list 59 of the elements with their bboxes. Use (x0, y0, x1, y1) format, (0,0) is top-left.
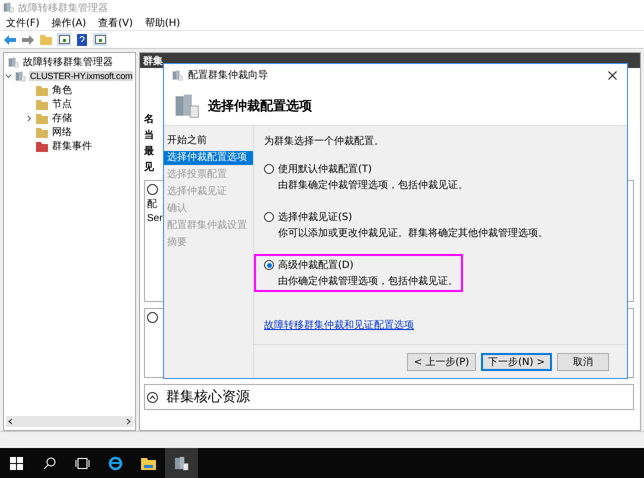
radio-button[interactable] (264, 212, 274, 222)
menu-item[interactable]: 查看(V) (98, 16, 133, 30)
menu-item[interactable]: 文件(F) (6, 16, 40, 30)
forward-icon[interactable] (21, 33, 35, 46)
dialog-title: 配置群集仲裁向导 (188, 68, 269, 82)
panel-title: 群集 (143, 54, 163, 68)
tree-item[interactable]: 网络 (51, 125, 73, 139)
back-icon[interactable] (3, 33, 17, 46)
scroll-left-icon[interactable] (8, 418, 13, 425)
radio-button[interactable] (264, 164, 274, 174)
option-description: 由你确定仲裁管理选项，包括仲裁见证。 (277, 274, 458, 288)
section-text: Ser (147, 213, 163, 224)
option-description: 由群集确定仲裁管理选项，包括仲裁见证。 (277, 178, 468, 192)
cluster-manager-icon (8, 56, 19, 68)
chevron-icon[interactable] (5, 72, 12, 80)
chevron-icon[interactable] (26, 114, 33, 122)
pane-icon[interactable] (57, 33, 71, 46)
summary-label: 当 (144, 128, 154, 142)
tree-item[interactable]: 节点 (51, 97, 73, 111)
wizard-button[interactable]: < 上一步(P) (406, 352, 476, 370)
pane-icon[interactable] (93, 33, 107, 46)
cluster-manager-taskbar-icon[interactable] (165, 448, 198, 478)
wizard-header-icon (174, 92, 200, 118)
tree-item[interactable]: 角色 (51, 83, 73, 97)
wizard-button[interactable]: 取消 (557, 352, 609, 370)
horizontal-scrollbar[interactable] (6, 416, 133, 427)
wizard-heading: 选择仲裁配置选项 (208, 98, 312, 114)
section-text: 配 (147, 198, 157, 211)
summary-label: 最 (144, 144, 154, 158)
wizard-icon (172, 70, 183, 80)
server-icon (174, 456, 189, 470)
section-title: 群集核心资源 (166, 388, 250, 406)
tree-item[interactable]: 故障转移群集管理器 (22, 55, 114, 69)
close-icon[interactable] (608, 71, 617, 80)
tree-item[interactable]: 存储 (51, 111, 73, 125)
help-link[interactable]: 故障转移群集仲裁和见证配置选项 (264, 318, 617, 332)
summary-label: 名 (144, 112, 154, 126)
app-icon (3, 2, 14, 13)
collapse-icon[interactable] (147, 312, 158, 323)
collapse-icon[interactable] (147, 392, 158, 402)
scroll-right-icon[interactable] (126, 418, 131, 425)
wizard-button[interactable]: 下一步(N) > (481, 352, 552, 370)
radio-button[interactable] (264, 260, 274, 270)
menu-item[interactable]: 操作(A) (52, 16, 86, 30)
cluster-icon (15, 70, 26, 82)
collapse-icon[interactable] (147, 184, 158, 195)
option-description: 你可以添加或更改仲裁见证。群集将确定其他仲裁管理选项。 (277, 226, 548, 240)
prompt-text: 为群集选择一个仲裁配置。 (264, 134, 385, 148)
menu-item[interactable]: 帮助(H) (144, 16, 180, 30)
tree-item[interactable]: 群集事件 (51, 139, 93, 153)
wizard-step[interactable]: 选择仲裁配置选项 (164, 151, 253, 165)
window-title: 故障转移群集管理器 (18, 2, 108, 14)
radio-option[interactable]: 使用默认仲裁配置(T) (264, 162, 468, 176)
radio-option[interactable]: 高级仲裁配置(D) (264, 258, 458, 272)
help-icon[interactable] (75, 33, 89, 46)
tree-item[interactable]: CLUSTER-HY.ixmsoft.com (29, 71, 134, 81)
wizard-step[interactable]: 开始之前 (164, 134, 253, 148)
radio-option[interactable]: 选择仲裁见证(S) (264, 210, 548, 224)
summary-label: 见 (144, 160, 154, 174)
